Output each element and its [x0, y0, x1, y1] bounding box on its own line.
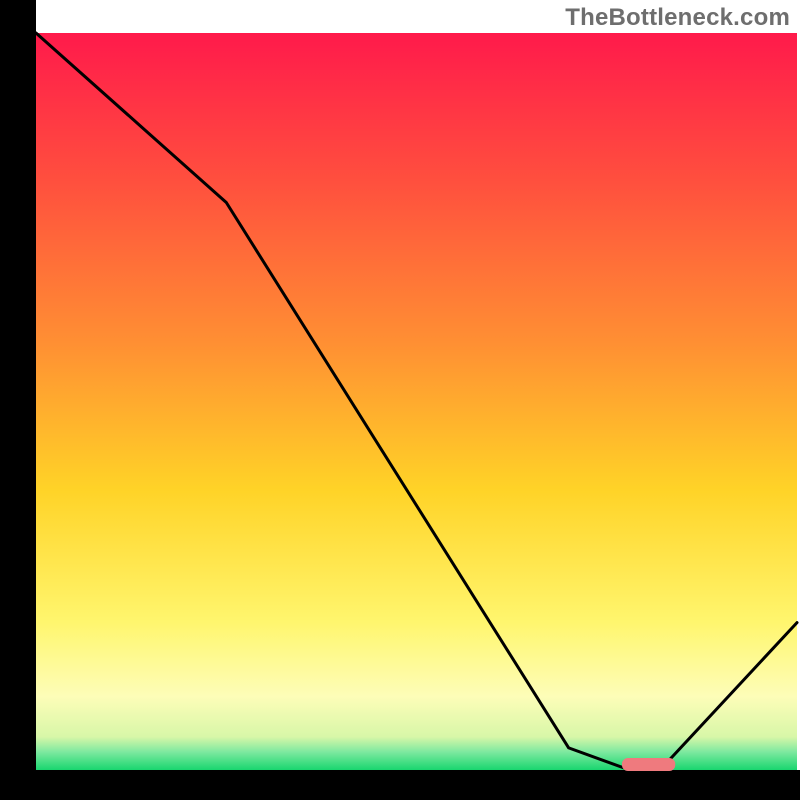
- watermark-text: TheBottleneck.com: [565, 4, 790, 32]
- chart-stage: TheBottleneck.com: [0, 0, 800, 800]
- plot-background: [36, 33, 797, 770]
- axis-bottom: [0, 770, 800, 800]
- bottleneck-chart: [0, 0, 800, 800]
- optimal-range-marker: [622, 758, 675, 771]
- axis-left: [0, 0, 36, 800]
